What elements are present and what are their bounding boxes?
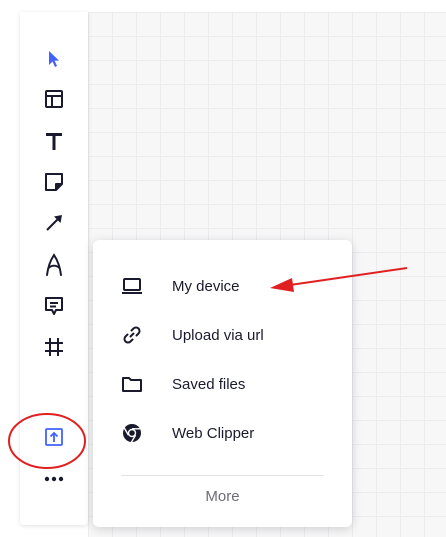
more-tools-button[interactable] (37, 462, 71, 496)
pen-icon (44, 253, 64, 277)
menu-item-my-device[interactable]: My device (93, 266, 352, 306)
select-tool-button[interactable] (37, 42, 71, 76)
left-toolbar (20, 12, 88, 525)
link-icon (121, 324, 143, 346)
frame-tool-button[interactable] (37, 330, 71, 364)
select-icon (46, 50, 62, 68)
more-tools-icon (44, 476, 64, 482)
upload-tool-button[interactable] (37, 420, 71, 454)
menu-item-saved-files[interactable]: Saved files (93, 364, 352, 404)
sticky-note-tool-button[interactable] (37, 165, 71, 199)
chrome-icon (121, 422, 143, 444)
pen-tool-button[interactable] (37, 248, 71, 282)
upload-menu: My device Upload via url Saved files Web… (93, 240, 352, 527)
menu-item-upload-via-url[interactable]: Upload via url (93, 315, 352, 355)
connection-line-icon (44, 213, 64, 233)
menu-divider (121, 475, 324, 476)
sticky-note-icon (44, 172, 64, 192)
menu-item-label: Web Clipper (172, 424, 255, 442)
frame-icon (44, 337, 64, 357)
laptop-icon (121, 275, 143, 297)
menu-item-label: My device (172, 277, 240, 295)
upload-icon (44, 427, 64, 447)
menu-item-label: Saved files (172, 375, 246, 393)
more-button[interactable]: More (93, 488, 352, 505)
menu-item-web-clipper[interactable]: Web Clipper (93, 413, 352, 453)
templates-tool-button[interactable] (37, 82, 71, 116)
menu-item-label: Upload via url (172, 326, 264, 344)
connection-line-tool-button[interactable] (37, 206, 71, 240)
comment-icon (44, 296, 64, 316)
text-tool-button[interactable] (37, 124, 71, 158)
text-icon (45, 131, 63, 151)
folder-icon (121, 373, 143, 395)
comment-tool-button[interactable] (37, 289, 71, 323)
templates-icon (44, 89, 64, 109)
